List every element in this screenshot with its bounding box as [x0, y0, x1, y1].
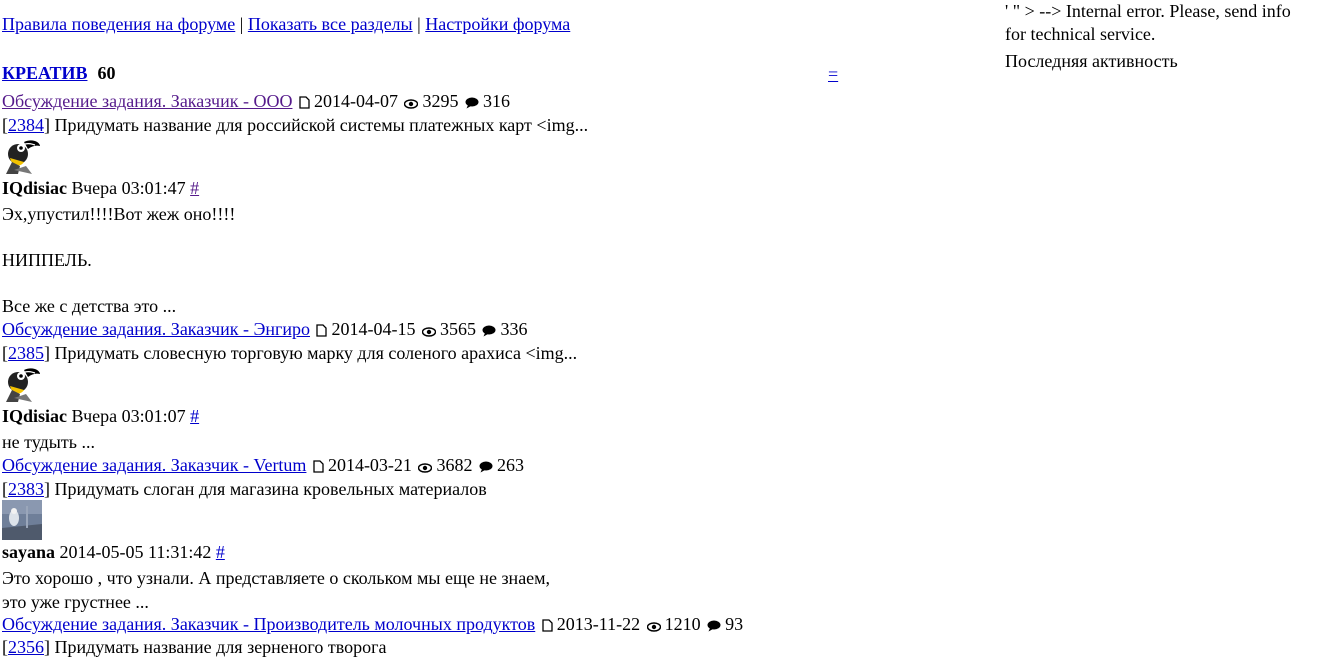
photo-avatar-icon: [2, 500, 42, 540]
user-avatar[interactable]: [2, 500, 42, 540]
task-line: [2384] Придумать название для российской…: [2, 114, 588, 136]
task-text: Придумать слоган для магазина кровельных…: [50, 479, 487, 499]
post-time: Вчера 03:01:47: [67, 178, 191, 198]
topic-replies: 316: [482, 91, 510, 111]
comment-icon: [479, 456, 493, 478]
post-author[interactable]: IQdisiac: [2, 178, 67, 198]
collapse-toggle[interactable]: =: [828, 64, 838, 85]
task-line: [2356] Придумать название для зерненого …: [2, 636, 386, 658]
user-avatar[interactable]: [2, 136, 42, 176]
nav-separator: |: [417, 14, 421, 34]
task-line: [2383] Придумать слоган для магазина кро…: [2, 478, 487, 500]
topic-views: 3295: [422, 91, 459, 111]
last-activity-heading: Последняя активность: [1005, 51, 1178, 71]
post-author[interactable]: sayana: [2, 542, 55, 562]
document-icon: [299, 92, 310, 114]
post-time: Вчера 03:01:07: [67, 406, 191, 426]
topic-views: 3682: [436, 455, 473, 475]
post-text-line: Это хорошо , что узнали. А представляете…: [2, 568, 551, 588]
post-text-line: это уже грустнее ...: [2, 592, 149, 612]
topic-date: 2014-04-15: [331, 319, 416, 339]
comment-icon: [465, 92, 479, 114]
task-line: [2385] Придумать словесную торговую марк…: [2, 342, 577, 364]
user-avatar[interactable]: [2, 364, 42, 404]
comment-icon: [707, 615, 721, 637]
eye-icon: [646, 615, 661, 637]
task-id-link[interactable]: 2383: [8, 479, 44, 499]
topic-row: Обсуждение задания. Заказчик - ООО 2014-…: [2, 90, 510, 114]
topic-replies: 263: [496, 455, 524, 475]
topic-date: 2013-11-22: [556, 614, 641, 634]
task-text: Придумать словесную торговую марку для с…: [50, 343, 578, 363]
topic-row: Обсуждение задания. Заказчик - Энгиро 20…: [2, 318, 527, 342]
post-text-line: не тудыть ...: [2, 432, 95, 452]
eye-icon: [418, 456, 433, 478]
task-text: Придумать название для зерненого творога: [50, 637, 387, 657]
topic-date: 2014-04-07: [313, 91, 398, 111]
topic-date: 2014-03-21: [327, 455, 412, 475]
post-header: sayana 2014-05-05 11:31:42 #: [2, 541, 225, 563]
topic-title-link[interactable]: Обсуждение задания. Заказчик - Vertum: [2, 455, 306, 475]
post-text-line: Эх,упустил!!!!Вот жеж оно!!!!: [2, 204, 236, 224]
post-permalink[interactable]: #: [190, 178, 199, 198]
task-id-link[interactable]: 2385: [8, 343, 44, 363]
topic-row: Обсуждение задания. Заказчик - Vertum 20…: [2, 454, 524, 478]
post-header: IQdisiac Вчера 03:01:07 #: [2, 405, 199, 427]
topic-title-link[interactable]: Обсуждение задания. Заказчик - ООО: [2, 91, 292, 111]
topic-views: 3565: [439, 319, 476, 339]
forum-settings-link[interactable]: Настройки форума: [425, 14, 570, 34]
task-text: Придумать название для российской систем…: [50, 115, 589, 135]
post-author[interactable]: IQdisiac: [2, 406, 67, 426]
task-id-link[interactable]: 2356: [8, 637, 44, 657]
topic-replies: 93: [725, 614, 744, 634]
topic-replies: 336: [500, 319, 528, 339]
post-text-line: Все же с детства это ...: [2, 296, 177, 316]
post-time: 2014-05-05 11:31:42: [55, 542, 216, 562]
toucan-avatar-icon: [6, 140, 40, 174]
eye-icon: [404, 92, 419, 114]
post-text-line: НИППЕЛЬ.: [2, 250, 92, 270]
topic-title-link[interactable]: Обсуждение задания. Заказчик - Энгиро: [2, 319, 310, 339]
post-permalink[interactable]: #: [216, 542, 225, 562]
toucan-avatar-icon: [6, 368, 40, 402]
document-icon: [316, 320, 328, 342]
category-title-link[interactable]: КРЕАТИВ: [2, 63, 87, 83]
document-icon: [542, 615, 553, 637]
category-header: КРЕАТИВ 60: [2, 62, 115, 84]
forum-nav: Правила поведения на форуме | Показать в…: [2, 13, 570, 35]
comment-icon: [482, 320, 496, 342]
rules-link[interactable]: Правила поведения на форуме: [2, 14, 235, 34]
eye-icon: [421, 320, 437, 342]
topic-row: Обсуждение задания. Заказчик - Производи…: [2, 613, 743, 637]
document-icon: [313, 456, 324, 478]
show-all-sections-link[interactable]: Показать все разделы: [248, 14, 413, 34]
error-message: ' " > --> Internal error. Please, send i…: [1005, 1, 1291, 44]
topic-views: 1210: [664, 614, 701, 634]
category-count: 60: [97, 63, 116, 83]
nav-separator: |: [239, 14, 244, 34]
post-header: IQdisiac Вчера 03:01:47 #: [2, 177, 199, 199]
post-permalink[interactable]: #: [190, 406, 199, 426]
topic-title-link[interactable]: Обсуждение задания. Заказчик - Производи…: [2, 614, 535, 634]
task-id-link[interactable]: 2384: [8, 115, 44, 135]
